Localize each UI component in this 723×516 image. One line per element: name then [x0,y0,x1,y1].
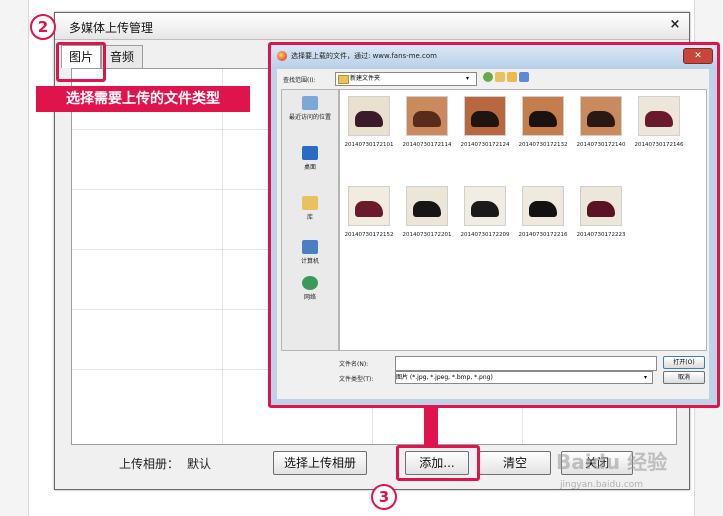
file-name: 20140730172201 [402,232,452,238]
close-icon[interactable]: ✕ [683,48,713,64]
close-icon[interactable]: × [667,17,683,33]
file-dialog-body: 查找范围(I): 新建文件夹 ▾ 最近访问的位置 桌面 库 计算机 网络 201… [277,69,709,399]
chevron-down-icon: ▾ [644,374,648,381]
arrow-up-icon [424,402,438,446]
grid-line [222,69,223,444]
page-left-margin [0,0,29,516]
dialog-title: 多媒体上传管理 [69,21,154,35]
file-thumbnail[interactable]: 20140730172223 [574,186,628,250]
step-2-marker: 2 [30,14,56,40]
file-name: 20140730172114 [402,142,452,148]
open-button[interactable]: 打开(O) [663,356,705,369]
network-icon [302,276,318,290]
callout-label: 选择需要上传的文件类型 [36,86,250,112]
file-thumbnail[interactable]: 20140730172132 [516,96,570,160]
file-name: 20140730172146 [634,142,684,148]
views-menu-icon[interactable] [519,72,529,82]
file-name: 20140730172223 [576,232,626,238]
folder-icon [338,75,349,84]
new-folder-icon[interactable] [507,72,517,82]
back-icon[interactable] [483,72,493,82]
file-thumbnail[interactable]: 20140730172114 [400,96,454,160]
album-value: 默认 [187,457,212,471]
filetype-value: 图片 (*.jpg, *.jpeg, *.bmp, *.png) [396,374,493,381]
file-thumbnail[interactable]: 20140730172124 [458,96,512,160]
album-label: 上传相册： [119,457,180,471]
look-in-value: 新建文件夹 [350,75,381,82]
filetype-label: 文件类型(T): [339,376,374,383]
file-thumbnail[interactable]: 20140730172209 [458,186,512,250]
file-thumbnail[interactable]: 20140730172201 [400,186,454,250]
file-thumbnail[interactable]: 20140730172152 [342,186,396,250]
watermark-logo: Baidu 经验 [556,450,668,474]
file-open-dialog: 选择要上载的文件，通过: www.fans-me.com ✕ 查找范围(I): … [268,42,720,408]
file-dialog-titlebar: 选择要上载的文件，通过: www.fans-me.com ✕ [271,45,717,69]
desktop-icon [302,146,318,160]
places-bar: 最近访问的位置 桌面 库 计算机 网络 [281,89,339,351]
file-name: 20140730172152 [344,232,394,238]
recent-places-icon [302,96,318,110]
file-name: 20140730172132 [518,142,568,148]
dialog-titlebar: 多媒体上传管理 × [55,13,689,40]
step-3-marker: 3 [371,484,397,510]
place-network[interactable]: 网络 [282,276,338,312]
chevron-down-icon: ▾ [466,75,470,82]
file-name: 20140730172140 [576,142,626,148]
add-button-highlight-box [396,445,480,481]
look-in-label: 查找范围(I): [283,77,316,84]
cancel-button[interactable]: 取消 [663,371,705,384]
library-icon [302,196,318,210]
watermark-url: jingyan.baidu.com [560,480,644,490]
place-label: 最近访问的位置 [288,114,331,121]
filename-label: 文件名(N): [339,361,369,368]
place-label: 计算机 [300,258,319,265]
browser-icon [277,51,287,61]
choose-album-button[interactable]: 选择上传相册 [273,451,367,475]
place-desktop[interactable]: 桌面 [282,146,338,182]
file-thumbnail[interactable]: 20140730172146 [632,96,686,160]
tab-highlight-box [56,42,106,82]
file-name: 20140730172124 [460,142,510,148]
file-thumbnail[interactable]: 20140730172216 [516,186,570,250]
file-dialog-title: 选择要上载的文件，通过: www.fans-me.com [291,52,438,60]
filename-field[interactable] [395,356,657,371]
place-label: 库 [306,214,313,221]
place-label: 网络 [303,294,316,301]
up-folder-icon[interactable] [495,72,505,82]
look-in-select[interactable]: 新建文件夹 ▾ [335,72,477,86]
file-list: 20140730172101 20140730172114 2014073017… [339,89,707,351]
tab-audio[interactable]: 音频 [101,45,143,68]
file-name: 20140730172216 [518,232,568,238]
clear-button[interactable]: 清空 [479,451,551,475]
place-computer[interactable]: 计算机 [282,240,338,276]
file-name: 20140730172209 [460,232,510,238]
file-thumbnail[interactable]: 20140730172140 [574,96,628,160]
file-thumbnail[interactable]: 20140730172101 [342,96,396,160]
file-name: 20140730172101 [344,142,394,148]
computer-icon [302,240,318,254]
place-label: 桌面 [303,164,316,171]
filetype-select[interactable]: 图片 (*.jpg, *.jpeg, *.bmp, *.png) ▾ [395,371,653,384]
place-recent[interactable]: 最近访问的位置 [282,96,338,132]
place-library[interactable]: 库 [282,196,338,232]
